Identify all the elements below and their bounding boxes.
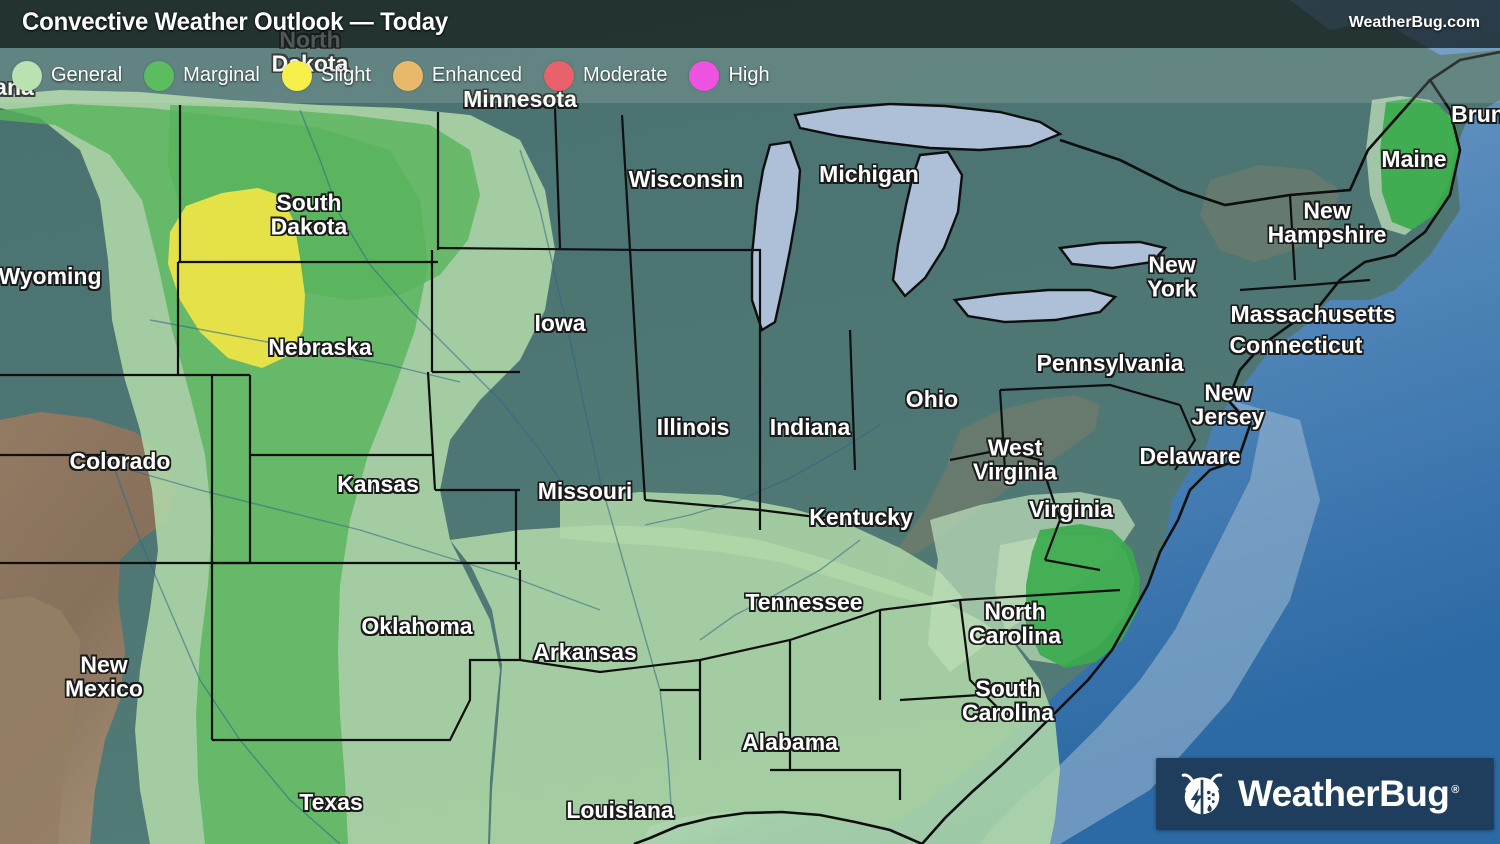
legend-label: Slight bbox=[320, 64, 371, 86]
circle-swatch-icon bbox=[12, 60, 42, 91]
state-label-south-carolina: South Carolina bbox=[961, 675, 1055, 725]
state-label-new-jersey: New Jersey bbox=[1191, 379, 1265, 429]
state-label-new-hampshire: New Hampshire bbox=[1267, 197, 1387, 247]
map-canvas[interactable] bbox=[0, 0, 1500, 844]
state-label-north-carolina: North Carolina bbox=[968, 598, 1062, 648]
brand-url-text: WeatherBug.com bbox=[1348, 14, 1480, 31]
state-label-texas: Texas bbox=[299, 789, 363, 816]
state-label-illinois: Illinois bbox=[656, 414, 730, 441]
state-label-iowa: Iowa bbox=[534, 310, 586, 337]
legend-label: General bbox=[51, 64, 123, 86]
circle-swatch-icon bbox=[392, 60, 423, 91]
legend-item-moderate[interactable]: Moderate bbox=[543, 60, 676, 91]
weather-map-app: anaNorthDakotaMinnesotaSouthDakotaWyomin… bbox=[0, 0, 1500, 844]
state-label-arkansas: Arkansas bbox=[533, 639, 637, 666]
risk-legend: General Marginal Slight Enhanced Moderate Hig… bbox=[0, 48, 1500, 103]
state-label-alabama: Alabama bbox=[742, 729, 838, 756]
state-label-wyoming: Wyoming bbox=[0, 263, 102, 290]
state-label-west-virginia: West Virginia bbox=[973, 434, 1057, 484]
legend-item-enhanced[interactable]: Enhanced bbox=[392, 60, 530, 91]
state-label-indiana: Indiana bbox=[769, 414, 851, 441]
map-svg bbox=[0, 0, 1500, 844]
state-label-south-dakota: South Dakota bbox=[270, 189, 348, 239]
page-title: Convective Weather Outlook — Today bbox=[22, 8, 448, 36]
legend-item-high[interactable]: High bbox=[689, 60, 777, 91]
legend-label: Marginal bbox=[183, 64, 260, 86]
legend-label: Moderate bbox=[582, 64, 668, 86]
state-label-virginia: Virginia bbox=[1029, 496, 1113, 523]
state-label-oklahoma: Oklahoma bbox=[361, 613, 473, 640]
circle-swatch-icon bbox=[689, 60, 720, 91]
weatherbug-logo[interactable]: WeatherBug ® bbox=[1156, 758, 1494, 830]
state-label-new-york: New York bbox=[1147, 251, 1197, 301]
state-label-michigan: Michigan bbox=[819, 161, 919, 188]
state-label-nebraska: Nebraska bbox=[268, 334, 372, 361]
state-label-maine: Maine bbox=[1381, 146, 1447, 173]
legend-label: High bbox=[728, 64, 770, 86]
legend-item-marginal[interactable]: Marginal bbox=[144, 60, 268, 91]
circle-swatch-icon bbox=[543, 60, 574, 91]
state-label-ohio: Ohio bbox=[905, 386, 959, 413]
state-label-kentucky: Kentucky bbox=[809, 504, 913, 531]
weatherbug-trademark: ® bbox=[1451, 783, 1459, 796]
state-label-louisiana: Louisiana bbox=[566, 797, 674, 824]
state-label-tennessee: Tennessee bbox=[745, 589, 863, 616]
state-label-new-brunswick: Brun bbox=[1451, 101, 1500, 128]
title-bar: Convective Weather Outlook — Today Weath… bbox=[0, 0, 1500, 48]
state-label-missouri: Missouri bbox=[537, 478, 633, 505]
weatherbug-wordmark: WeatherBug ® bbox=[1238, 773, 1459, 815]
state-label-massachusetts: Massachusetts bbox=[1230, 301, 1396, 328]
circle-swatch-icon bbox=[281, 60, 312, 91]
legend-item-general[interactable]: General bbox=[12, 60, 130, 91]
weatherbug-ladybug-icon bbox=[1181, 773, 1223, 815]
state-label-colorado: Colorado bbox=[69, 448, 171, 475]
state-label-connecticut: Connecticut bbox=[1229, 332, 1363, 359]
weatherbug-wordmark-text: WeatherBug bbox=[1238, 773, 1450, 814]
state-label-new-mexico: New Mexico bbox=[65, 651, 143, 701]
state-label-pennsylvania: Pennsylvania bbox=[1036, 350, 1184, 377]
terrain-noise-overlay bbox=[0, 0, 1500, 844]
legend-item-slight[interactable]: Slight bbox=[281, 60, 379, 91]
legend-label: Enhanced bbox=[431, 64, 522, 86]
state-label-delaware: Delaware bbox=[1139, 443, 1241, 470]
state-label-kansas: Kansas bbox=[337, 471, 419, 498]
circle-swatch-icon bbox=[144, 60, 175, 91]
state-label-wisconsin: Wisconsin bbox=[628, 166, 744, 193]
